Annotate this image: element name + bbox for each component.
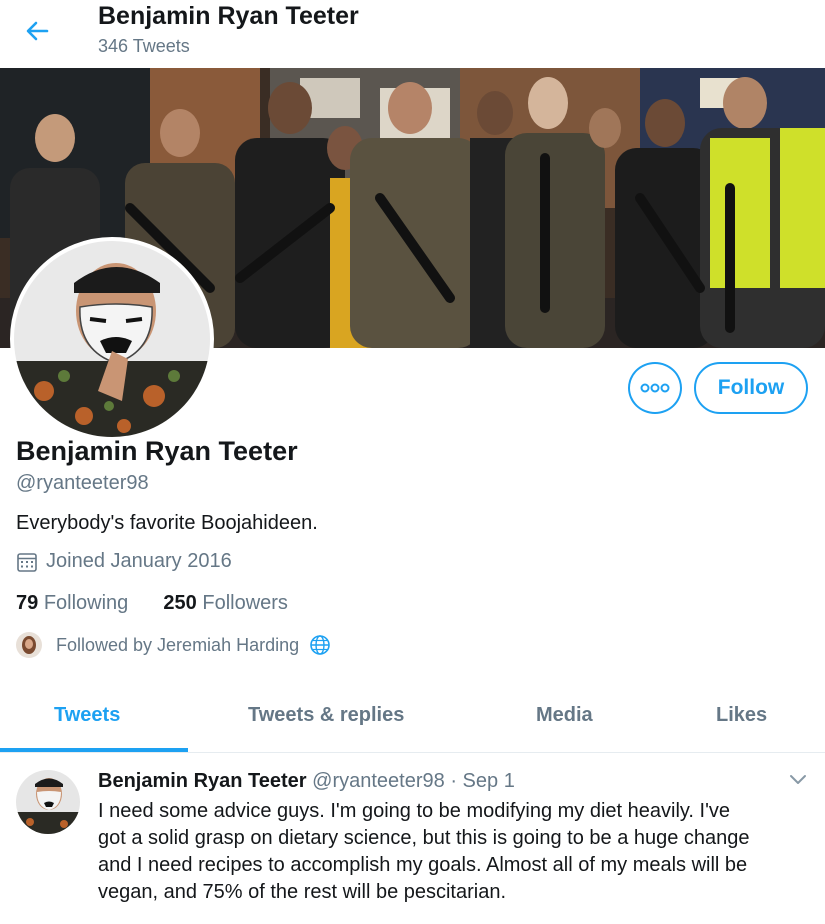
more-dots-icon bbox=[640, 383, 670, 393]
follow-button[interactable]: Follow bbox=[694, 362, 808, 414]
followers-count: 250 bbox=[163, 592, 197, 614]
joined-text: Joined January 2016 bbox=[46, 550, 232, 572]
tweet-line: I need some advice guys. I'm going to be… bbox=[98, 800, 731, 822]
tab-tweets-replies[interactable]: Tweets & replies bbox=[248, 704, 404, 727]
following-count: 79 bbox=[16, 592, 39, 614]
profile-handle: @ryanteeter98 bbox=[16, 472, 149, 494]
followed-by-text: Followed by Jeremiah Harding bbox=[56, 634, 300, 655]
following-label: Following bbox=[43, 592, 129, 614]
more-options-button[interactable] bbox=[628, 362, 682, 414]
profile-bio: Everybody's favorite Boojahideen. bbox=[16, 512, 318, 534]
header-name: Benjamin Ryan Teeter bbox=[98, 2, 359, 30]
profile-tabs: Tweets Tweets & replies Media Likes bbox=[0, 692, 825, 753]
tweet-date[interactable]: · Sep 1 bbox=[450, 770, 514, 792]
tab-media[interactable]: Media bbox=[536, 704, 593, 727]
tweet-author[interactable]: Benjamin Ryan Teeter bbox=[98, 770, 307, 792]
active-tab-indicator bbox=[0, 748, 188, 752]
follow-stats: 79 Following 250 Followers bbox=[16, 592, 288, 615]
back-arrow-icon bbox=[26, 21, 49, 41]
calendar-icon bbox=[17, 552, 37, 572]
following-link[interactable]: 79 Following bbox=[16, 592, 128, 614]
followers-link[interactable]: 250 Followers bbox=[163, 592, 288, 614]
back-button[interactable] bbox=[20, 14, 54, 48]
profile-name: Benjamin Ryan Teeter bbox=[16, 436, 298, 466]
joined-date: Joined January 2016 bbox=[16, 550, 232, 573]
profile-avatar[interactable] bbox=[10, 237, 214, 441]
tweet-count: 346 Tweets bbox=[98, 36, 190, 56]
tab-likes[interactable]: Likes bbox=[716, 704, 767, 727]
tweet-header: Benjamin Ryan Teeter @ryanteeter98 · Sep… bbox=[98, 770, 515, 793]
follower-avatar bbox=[16, 632, 42, 658]
tweet-handle: @ryanteeter98 bbox=[312, 770, 445, 792]
tweet-text: I need some advice guys. I'm going to be… bbox=[98, 798, 810, 906]
tweet-menu-button[interactable] bbox=[788, 772, 808, 791]
globe-icon bbox=[310, 635, 330, 655]
tweet-line: and I need recipes to accomplish my goal… bbox=[98, 854, 748, 876]
tab-tweets[interactable]: Tweets bbox=[54, 704, 120, 727]
tweet-avatar[interactable] bbox=[16, 770, 80, 834]
followed-by[interactable]: Followed by Jeremiah Harding bbox=[16, 632, 331, 658]
tweet-line: got a solid grasp on dietary science, bu… bbox=[98, 827, 750, 849]
tweet-line: vegan, and 75% of the rest will be pesci… bbox=[98, 881, 507, 903]
chevron-down-icon bbox=[790, 775, 806, 784]
followers-label: Followers bbox=[202, 592, 288, 614]
